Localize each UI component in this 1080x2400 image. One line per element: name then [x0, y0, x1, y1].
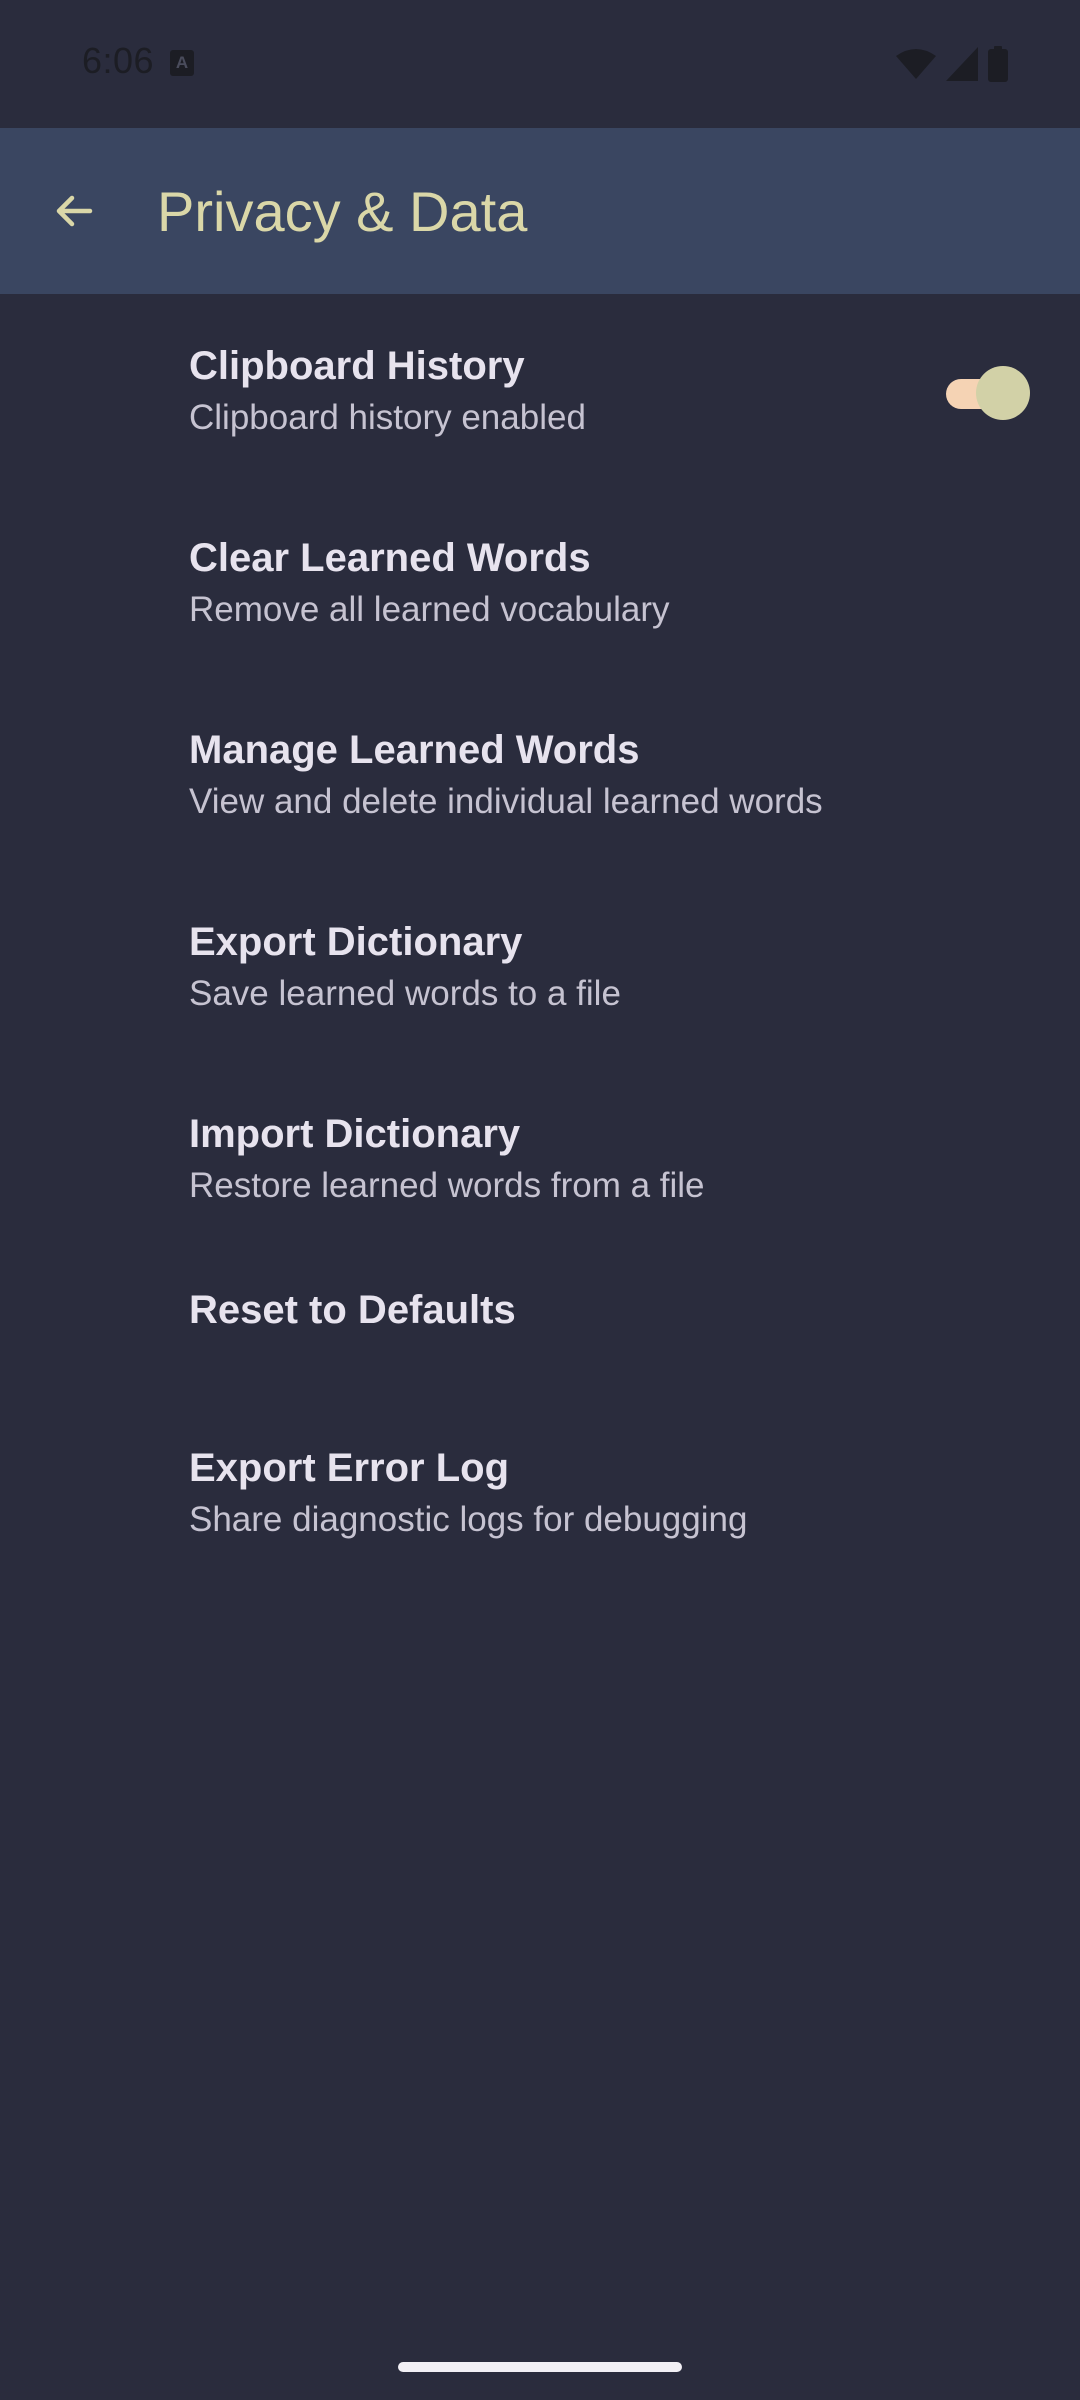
setting-summary: Save learned words to a file: [189, 974, 621, 1013]
setting-title: Clipboard History: [189, 344, 525, 388]
a-icon: A: [170, 50, 194, 76]
setting-title: Manage Learned Words: [189, 728, 640, 772]
setting-import-dictionary[interactable]: Import Dictionary Restore learned words …: [0, 1062, 1080, 1254]
setting-summary: Clipboard history enabled: [189, 398, 586, 437]
setting-title: Export Error Log: [189, 1446, 510, 1490]
status-time: 6:06: [82, 40, 155, 81]
toggle-thumb: [976, 366, 1030, 420]
setting-export-dictionary[interactable]: Export Dictionary Save learned words to …: [0, 870, 1080, 1062]
setting-summary: Remove all learned vocabulary: [189, 590, 670, 629]
setting-summary: Share diagnostic logs for debugging: [189, 1500, 748, 1539]
status-bar: 6:06 A: [0, 0, 1080, 128]
setting-reset-to-defaults[interactable]: Reset to Defaults: [0, 1254, 1080, 1396]
back-button[interactable]: [34, 171, 114, 251]
battery-icon: [988, 46, 1008, 82]
setting-title: Reset to Defaults: [189, 1288, 516, 1332]
setting-title: Import Dictionary: [189, 1112, 521, 1156]
status-icons: [896, 44, 1008, 84]
setting-summary: Restore learned words from a file: [189, 1166, 705, 1205]
setting-clear-learned-words[interactable]: Clear Learned Words Remove all learned v…: [0, 486, 1080, 678]
setting-summary: View and delete individual learned words: [189, 782, 823, 821]
page-title: Privacy & Data: [157, 180, 528, 243]
cellular-signal-icon: [946, 47, 978, 81]
screen: 6:06 A Privacy & Data Clipboard History: [0, 0, 1080, 2400]
clipboard-history-toggle[interactable]: [946, 366, 1030, 420]
setting-export-error-log[interactable]: Export Error Log Share diagnostic logs f…: [0, 1396, 1080, 1588]
setting-title: Clear Learned Words: [189, 536, 591, 580]
wifi-icon: [896, 49, 936, 79]
app-bar: Privacy & Data: [0, 128, 1080, 294]
setting-manage-learned-words[interactable]: Manage Learned Words View and delete ind…: [0, 678, 1080, 870]
arrow-left-icon: [56, 195, 93, 227]
setting-clipboard-history[interactable]: Clipboard History Clipboard history enab…: [0, 294, 1080, 486]
home-indicator[interactable]: [398, 2362, 682, 2372]
setting-title: Export Dictionary: [189, 920, 523, 964]
settings-list: Clipboard History Clipboard history enab…: [0, 294, 1080, 1588]
